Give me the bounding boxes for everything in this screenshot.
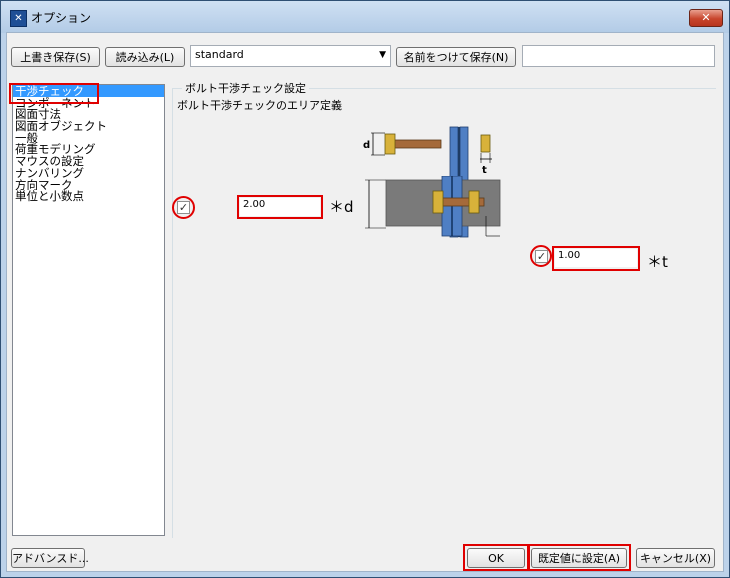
t-factor-suffix: ＊t (647, 253, 668, 271)
overwrite-save-button[interactable]: 上書き保存(S) (11, 47, 100, 67)
tree-item[interactable]: ナンバリング (13, 167, 164, 179)
d-factor-suffix: ＊d (329, 198, 354, 216)
tree-item[interactable]: 図面寸法 (13, 108, 164, 121)
close-button[interactable]: ✕ (689, 9, 723, 27)
diagram-label-t: t (482, 165, 487, 176)
window-title: オプション (31, 11, 92, 25)
area-definition-label: ボルト干渉チェックのエリア定義 (177, 99, 342, 112)
preset-select-value: standard (195, 48, 244, 61)
diagram-label-d: d (363, 140, 370, 151)
set-default-highlight (528, 544, 631, 571)
load-button[interactable]: 読み込み(L) (105, 47, 185, 67)
diagram-top-bolt-shank (392, 139, 442, 149)
t-input-highlight (552, 246, 640, 271)
app-icon: ✕ (10, 10, 27, 27)
chevron-down-icon[interactable]: ▼ (379, 46, 386, 64)
diagram-t-bolt-head (480, 134, 491, 153)
ok-highlight (463, 544, 529, 571)
tree-item[interactable]: 方向マーク (13, 179, 164, 191)
d-input-highlight (237, 195, 323, 219)
advanced-button[interactable]: アドバンスド... (11, 548, 89, 568)
tree-item[interactable]: 単位と小数点 (13, 190, 164, 202)
save-name-input[interactable] (522, 45, 715, 67)
title-bar[interactable]: ✕ オプション ✕ (1, 1, 729, 33)
group-title: ボルト干渉チェック設定 (182, 80, 309, 96)
dialog-client: 上書き保存(S) 読み込み(L) standard ▼ 名前をつけて保存(N) … (6, 32, 724, 572)
tree-highlight-box (9, 83, 99, 104)
cancel-button[interactable]: キャンセル(X) (636, 548, 715, 568)
save-as-button[interactable]: 名前をつけて保存(N) (396, 47, 516, 67)
clearance-diagram (365, 176, 501, 237)
t-checkbox-highlight (530, 245, 552, 267)
d-checkbox-highlight (172, 196, 195, 219)
tree-item[interactable]: 図面オブジェクト (13, 120, 164, 132)
diagram-top-bolt-head (384, 133, 396, 155)
category-tree[interactable]: 干渉チェック コンポーネント 図面寸法 図面オブジェクト 一般 荷重モデリング マウスの設定… (12, 84, 165, 536)
tree-item[interactable]: 荷重モデリング (13, 143, 164, 156)
tree-item[interactable]: 一般 (13, 132, 164, 144)
preset-select[interactable]: standard ▼ (190, 45, 391, 67)
tree-item[interactable]: マウスの設定 (13, 155, 164, 167)
